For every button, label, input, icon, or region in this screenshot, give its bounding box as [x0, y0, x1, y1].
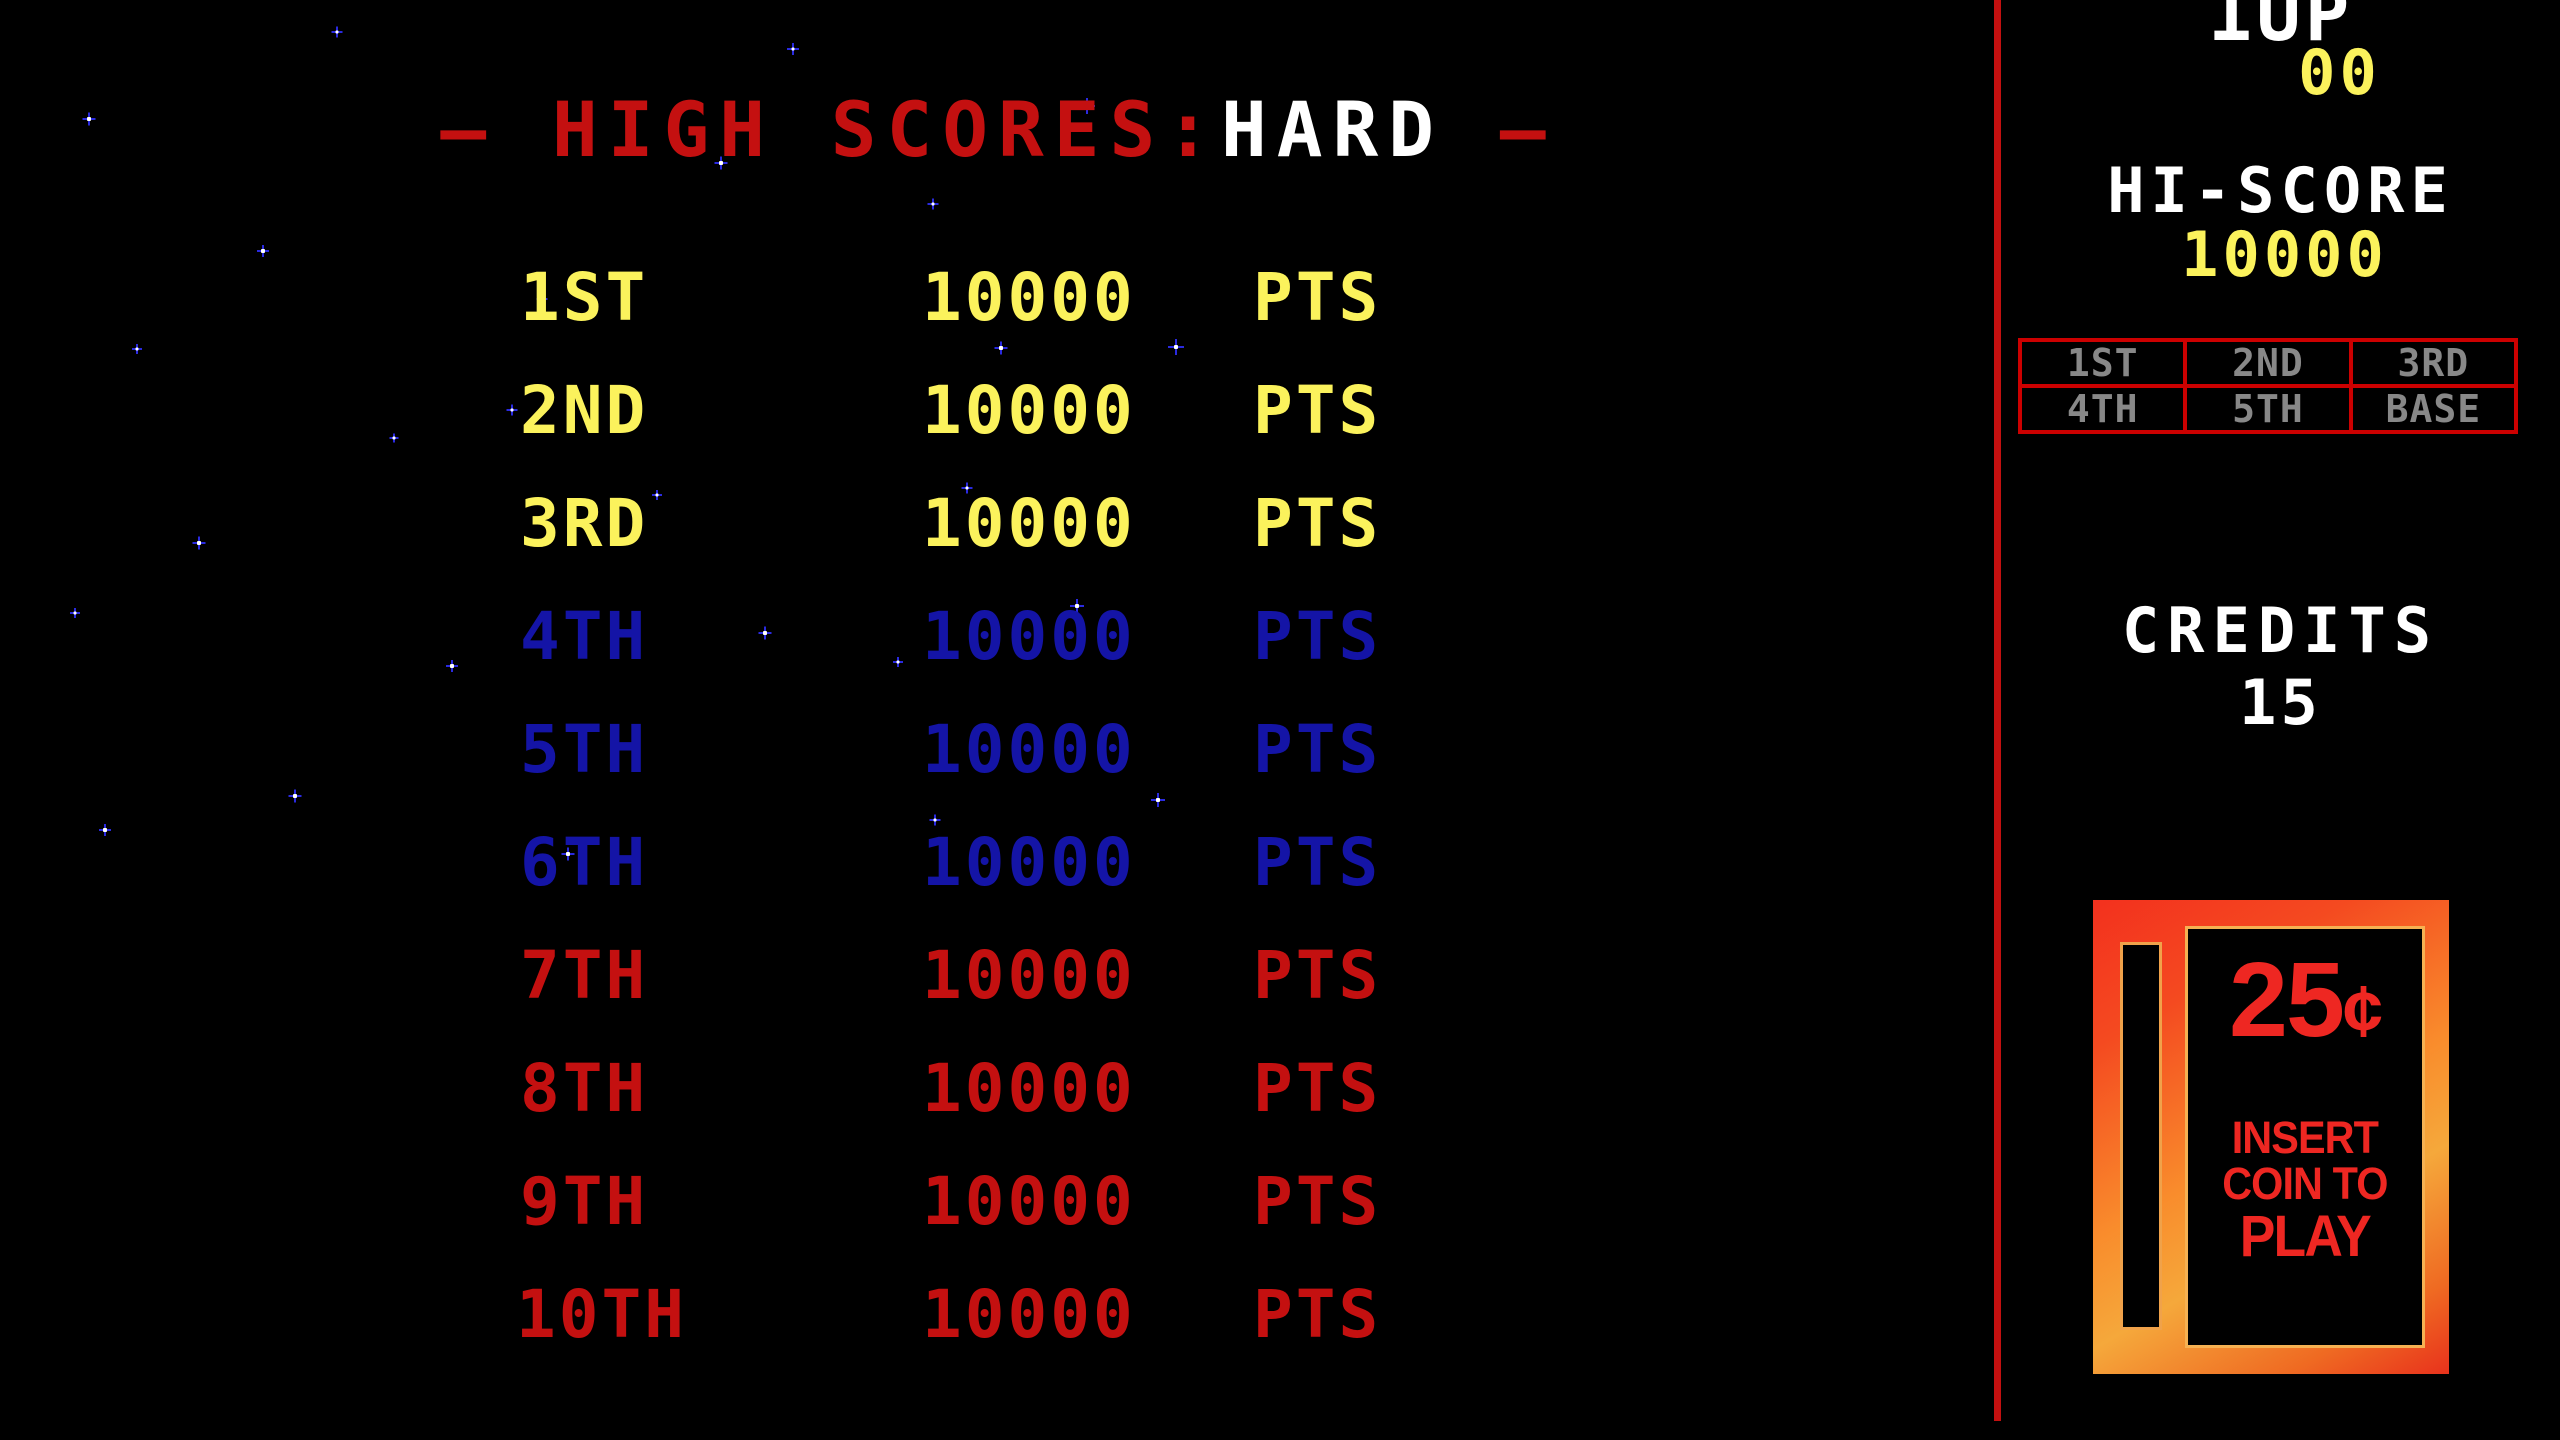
rank-label: 5TH: [520, 711, 649, 788]
title-text: HIGH SCORES:: [551, 85, 1222, 174]
coin-price-amount: 25: [2229, 941, 2345, 1059]
rank-label: 3RD: [520, 485, 649, 562]
score-unit: PTS: [1253, 1050, 1382, 1127]
title-dash-right: —: [1499, 85, 1556, 174]
rank-grid: 1ST 2ND 3RD 4TH 5TH BASE: [2018, 338, 2518, 434]
high-score-row: 1ST 10000 PTS: [0, 265, 1996, 378]
score-value: 10000: [922, 937, 1136, 1014]
score-unit: PTS: [1253, 598, 1382, 675]
high-score-list: 1ST 10000 PTS 2ND 10000 PTS 3RD 10000 PTS 4TH 1000…: [0, 265, 1996, 1395]
rank-grid-cell[interactable]: 2ND: [2187, 342, 2349, 384]
insert-coin-line1: INSERT: [2231, 1112, 2379, 1163]
high-score-row: 4TH 10000 PTS: [0, 604, 1996, 717]
arcade-screen: — HIGH SCORES:HARD — 1ST 10000 PTS 2ND 10000…: [0, 0, 2560, 1440]
score-value: 10000: [922, 485, 1136, 562]
rank-grid-cell[interactable]: 1ST: [2022, 342, 2184, 384]
score-value: 10000: [922, 1050, 1136, 1127]
rank-label: 10TH: [516, 1276, 687, 1353]
high-score-row: 7TH 10000 PTS: [0, 943, 1996, 1056]
title-dash-left: —: [440, 85, 497, 174]
rank-label: 7TH: [520, 937, 649, 1014]
rank-label: 2ND: [520, 372, 649, 449]
score-unit: PTS: [1253, 824, 1382, 901]
rank-label: 4TH: [520, 598, 649, 675]
high-score-row: 9TH 10000 PTS: [0, 1169, 1996, 1282]
insert-coin-text: INSERT COIN TO PLAY: [2222, 1112, 2388, 1269]
score-unit: PTS: [1253, 937, 1382, 1014]
rank-grid-cell[interactable]: BASE: [2352, 388, 2514, 430]
insert-coin-line3: PLAY: [2239, 1203, 2372, 1269]
insert-coin-graphic[interactable]: 25¢ INSERT COIN TO PLAY: [2091, 898, 2451, 1376]
score-value: 10000: [922, 598, 1136, 675]
hiscore-value: 10000: [2181, 218, 2388, 291]
score-unit: PTS: [1253, 259, 1382, 336]
cent-sign-icon: ¢: [2342, 972, 2383, 1052]
credits-label: CREDITS: [2121, 594, 2440, 667]
score-unit: PTS: [1253, 1163, 1382, 1240]
score-unit: PTS: [1253, 711, 1382, 788]
rank-grid-cell[interactable]: 5TH: [2187, 388, 2349, 430]
score-value: 10000: [922, 824, 1136, 901]
high-score-row: 2ND 10000 PTS: [0, 378, 1996, 491]
score-unit: PTS: [1253, 1276, 1382, 1353]
panel-divider: [1994, 0, 2001, 1421]
high-score-row: 5TH 10000 PTS: [0, 717, 1996, 830]
high-score-panel: — HIGH SCORES:HARD — 1ST 10000 PTS 2ND 10000…: [0, 0, 1996, 1440]
rank-grid-cell[interactable]: 3RD: [2352, 342, 2514, 384]
title-difficulty: HARD: [1221, 85, 1445, 174]
score-unit: PTS: [1253, 485, 1382, 562]
score-value: 10000: [922, 1163, 1136, 1240]
hiscore-label: HI-SCORE: [2107, 154, 2454, 227]
rank-label: 6TH: [520, 824, 649, 901]
high-score-row: 8TH 10000 PTS: [0, 1056, 1996, 1169]
rank-grid-cell[interactable]: 4TH: [2022, 388, 2184, 430]
high-score-row: 6TH 10000 PTS: [0, 830, 1996, 943]
rank-label: 8TH: [520, 1050, 649, 1127]
rank-label: 1ST: [520, 259, 649, 336]
coin-price: 25¢: [2229, 947, 2383, 1053]
score-value: 10000: [922, 711, 1136, 788]
credits-value: 15: [2239, 666, 2322, 739]
coin-slot-icon[interactable]: [2120, 942, 2162, 1330]
insert-coin-line2: COIN TO: [2222, 1157, 2388, 1209]
player-score: 00: [2298, 36, 2381, 109]
rank-label: 9TH: [520, 1163, 649, 1240]
page-title: — HIGH SCORES:HARD —: [0, 92, 1996, 168]
coin-panel: 25¢ INSERT COIN TO PLAY: [2185, 926, 2425, 1348]
score-unit: PTS: [1253, 372, 1382, 449]
high-score-row: 10TH 10000 PTS: [0, 1282, 1996, 1395]
high-score-row: 3RD 10000 PTS: [0, 491, 1996, 604]
score-value: 10000: [922, 259, 1136, 336]
score-value: 10000: [922, 372, 1136, 449]
score-value: 10000: [922, 1276, 1136, 1353]
